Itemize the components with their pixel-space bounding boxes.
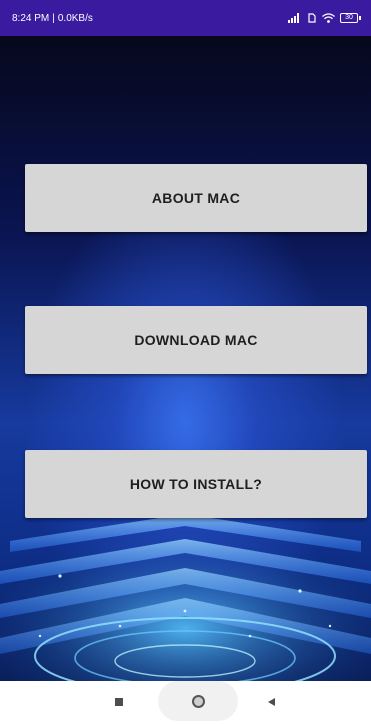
wifi-icon xyxy=(322,13,335,23)
battery-level: 30 xyxy=(340,13,358,23)
recents-button[interactable] xyxy=(104,692,134,712)
about-mac-button[interactable]: ABOUT MAC xyxy=(25,164,367,232)
home-icon xyxy=(191,694,205,708)
status-icons: 30 xyxy=(288,13,361,23)
download-mac-button[interactable]: DOWNLOAD MAC xyxy=(25,306,367,374)
back-icon xyxy=(267,698,275,706)
navigation-bar xyxy=(0,681,371,724)
app-screen: ABOUT MAC DOWNLOAD MAC HOW TO INSTALL? xyxy=(0,36,371,681)
battery-icon: 30 xyxy=(340,13,361,23)
sim-icon xyxy=(307,13,317,23)
status-left: 8:24 PM | 0.0KB/s xyxy=(12,13,93,24)
signal-icon xyxy=(288,13,302,23)
status-network-speed: 0.0KB/s xyxy=(57,12,93,24)
status-bar: 8:24 PM | 0.0KB/s 30 xyxy=(0,0,371,36)
status-separator: | xyxy=(52,12,55,24)
back-button[interactable] xyxy=(256,692,286,712)
how-to-install-button[interactable]: HOW TO INSTALL? xyxy=(25,450,367,518)
status-time: 8:24 PM xyxy=(12,12,50,24)
battery-tip xyxy=(359,16,361,20)
recents-icon xyxy=(115,698,123,706)
home-button[interactable] xyxy=(158,681,238,721)
